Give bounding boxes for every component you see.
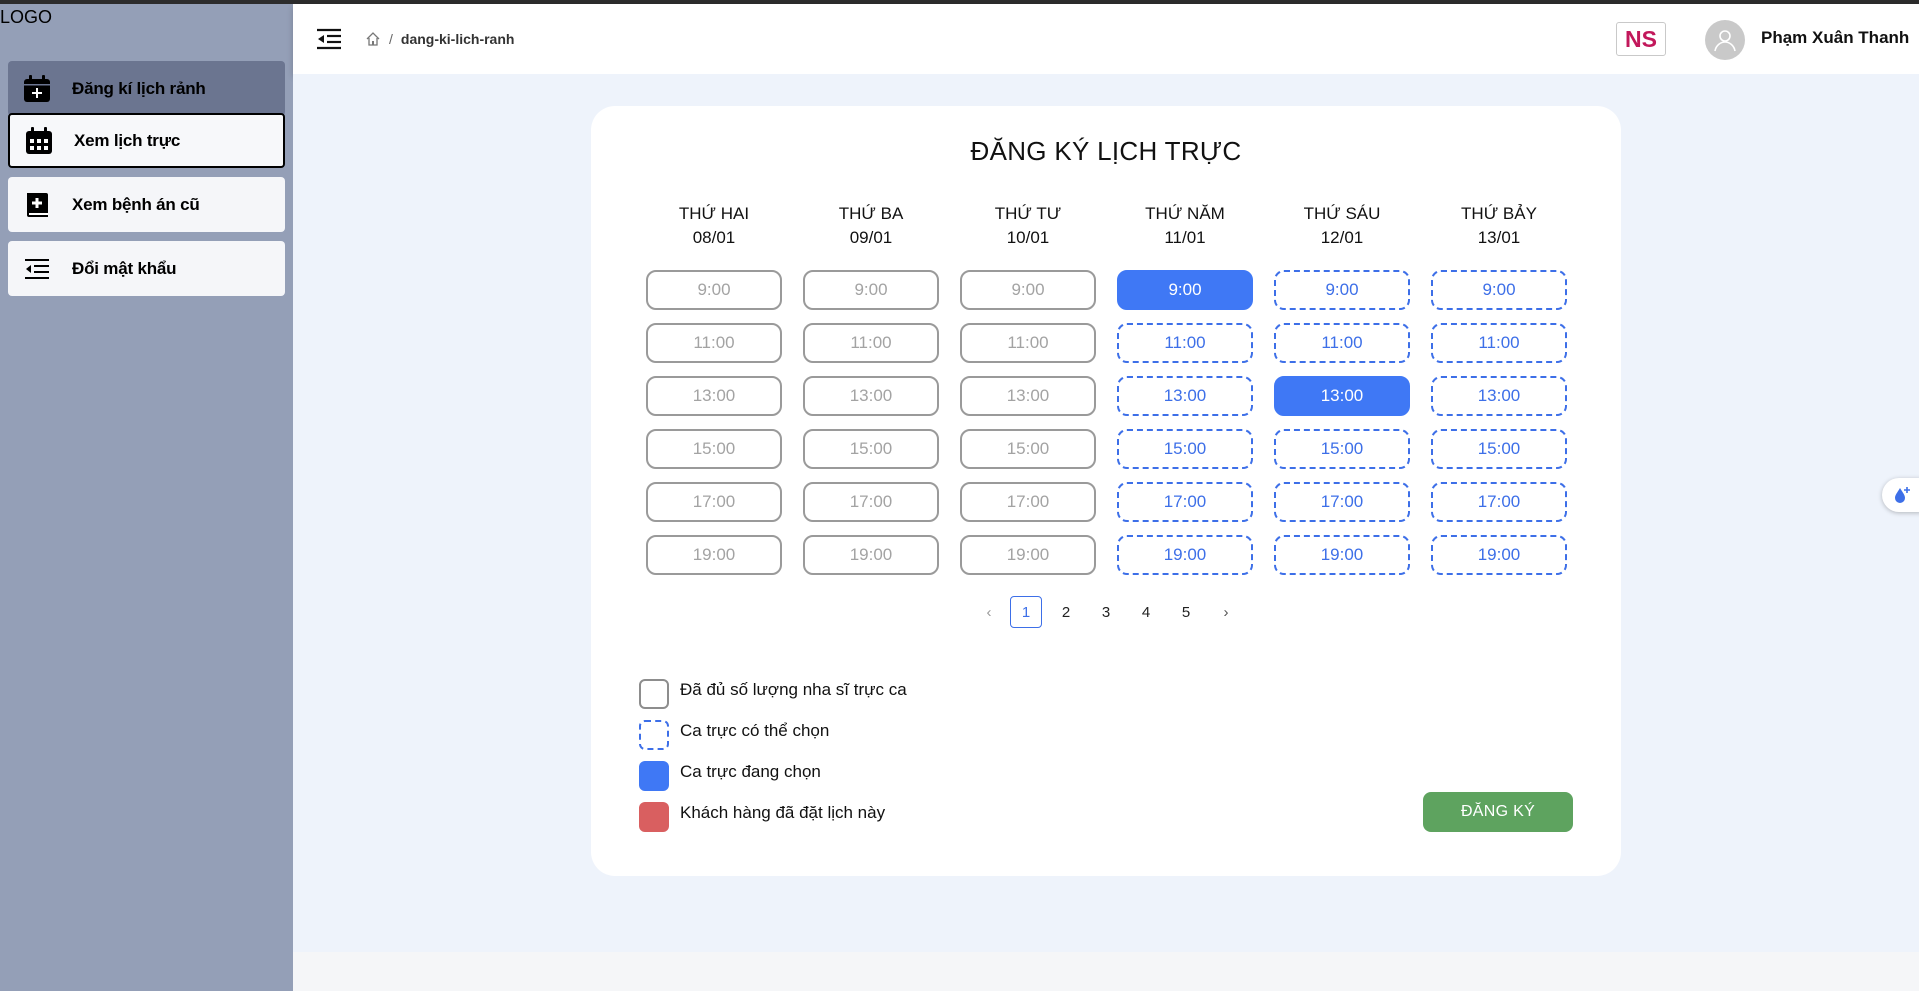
sidebar-item-register-free-schedule[interactable]: Đăng kí lịch rảnh (8, 61, 285, 116)
legend-label: Ca trực đang chọn (680, 762, 821, 781)
logo: LOGO (0, 7, 53, 27)
legend-swatch-full (639, 679, 669, 709)
time-slot-selected[interactable]: 9:00 (1117, 270, 1253, 310)
time-slot-full: 13:00 (803, 376, 939, 416)
time-slot-full: 17:00 (960, 482, 1096, 522)
day-date: 12/01 (1320, 228, 1364, 247)
footer-band (293, 952, 1919, 991)
pagination-page-3[interactable]: 3 (1090, 596, 1122, 628)
day-date: 10/01 (1006, 228, 1050, 247)
time-slot-full: 19:00 (646, 535, 782, 575)
pagination-page-5[interactable]: 5 (1170, 596, 1202, 628)
time-slot-full: 13:00 (646, 376, 782, 416)
day-name: THỨ NĂM (1145, 204, 1225, 223)
time-slot-available[interactable]: 9:00 (1431, 270, 1567, 310)
menu-toggle-icon[interactable] (315, 27, 343, 51)
ns-badge: NS (1616, 22, 1666, 56)
time-slot-full: 15:00 (646, 429, 782, 469)
floating-assistant-icon[interactable] (1882, 478, 1919, 512)
home-icon[interactable] (365, 31, 381, 47)
time-slot-available[interactable]: 15:00 (1274, 429, 1410, 469)
time-slot-available[interactable]: 13:00 (1117, 376, 1253, 416)
day-name: THỨ BA (838, 204, 904, 223)
breadcrumb-current: dang-ki-lich-ranh (400, 31, 515, 47)
pagination-page-1[interactable]: 1 (1010, 596, 1042, 628)
time-slot-full: 11:00 (803, 323, 939, 363)
sidebar-item-label: Đổi mật khẩu (72, 258, 177, 278)
time-slot-available[interactable]: 19:00 (1274, 535, 1410, 575)
indent-list-icon (22, 254, 52, 284)
calendar-plus-icon (22, 74, 52, 104)
sidebar-item-label: Đăng kí lịch rảnh (72, 78, 206, 98)
day-name: THỨ BẢY (1461, 204, 1537, 223)
sidebar: LOGO Đăng kí lịch rảnh Xem lịch trực Xem… (0, 4, 293, 991)
pagination-page-2[interactable]: 2 (1050, 596, 1082, 628)
time-slot-available[interactable]: 19:00 (1117, 535, 1253, 575)
time-slot-full: 13:00 (960, 376, 1096, 416)
username[interactable]: Phạm Xuân Thanh (1761, 28, 1909, 48)
time-slot-available[interactable]: 11:00 (1117, 323, 1253, 363)
time-slot-full: 9:00 (646, 270, 782, 310)
register-button[interactable]: ĐĂNG KÝ (1423, 792, 1573, 832)
sidebar-item-view-medical-records[interactable]: Xem bệnh án cũ (8, 177, 285, 232)
schedule-card: ĐĂNG KÝ LỊCH TRỰC THỨ HAI 08/01 THỨ BA 09/0… (591, 106, 1621, 876)
legend-label: Khách hàng đã đặt lịch này (680, 803, 886, 822)
day-name: THỨ TƯ (994, 204, 1062, 223)
legend-label: Ca trực có thể chọn (680, 721, 830, 740)
legend-swatch-available (639, 720, 669, 750)
day-date: 13/01 (1477, 228, 1521, 247)
day-date: 09/01 (849, 228, 893, 247)
time-slot-full: 19:00 (960, 535, 1096, 575)
time-slot-available[interactable]: 17:00 (1117, 482, 1253, 522)
time-slot-available[interactable]: 13:00 (1431, 376, 1567, 416)
time-slot-full: 15:00 (960, 429, 1096, 469)
day-header: THỨ BA 09/01 (803, 202, 939, 250)
day-date: 08/01 (692, 228, 736, 247)
time-slot-available[interactable]: 15:00 (1431, 429, 1567, 469)
sidebar-item-change-password[interactable]: Đổi mật khẩu (8, 241, 285, 296)
top-header: / dang-ki-lich-ranh NS Phạm Xuân Thanh (293, 4, 1919, 74)
day-header: THỨ SÁU 12/01 (1274, 202, 1410, 250)
pagination-page-4[interactable]: 4 (1130, 596, 1162, 628)
time-slot-available[interactable]: 17:00 (1431, 482, 1567, 522)
time-slot-full: 9:00 (960, 270, 1096, 310)
time-slot-full: 11:00 (960, 323, 1096, 363)
avatar[interactable] (1705, 20, 1745, 60)
time-slot-full: 19:00 (803, 535, 939, 575)
day-header: THỨ NĂM 11/01 (1117, 202, 1253, 250)
breadcrumb: / dang-ki-lich-ranh (365, 31, 514, 47)
legend-swatch-booked (639, 802, 669, 832)
time-slot-full: 17:00 (646, 482, 782, 522)
time-slot-available[interactable]: 17:00 (1274, 482, 1410, 522)
time-slot-selected[interactable]: 13:00 (1274, 376, 1410, 416)
pagination-prev-button[interactable]: ‹ (973, 596, 1005, 628)
pagination-next-button[interactable]: › (1210, 596, 1242, 628)
time-slot-available[interactable]: 15:00 (1117, 429, 1253, 469)
time-slot-full: 15:00 (803, 429, 939, 469)
day-name: THỨ SÁU (1303, 204, 1381, 223)
time-slot-available[interactable]: 11:00 (1431, 323, 1567, 363)
medical-book-icon (22, 190, 52, 220)
time-slot-available[interactable]: 11:00 (1274, 323, 1410, 363)
time-slot-available[interactable]: 9:00 (1274, 270, 1410, 310)
day-date: 11/01 (1164, 228, 1206, 247)
day-name: THỨ HAI (678, 204, 750, 223)
legend-label: Đã đủ số lượng nha sĩ trực ca (680, 680, 907, 699)
sidebar-item-label: Xem lịch trực (74, 130, 181, 150)
day-header: THỨ TƯ 10/01 (960, 202, 1096, 250)
day-header: THỨ HAI 08/01 (646, 202, 782, 250)
page-title: ĐĂNG KÝ LỊCH TRỰC (970, 136, 1242, 166)
sidebar-item-view-duty-schedule[interactable]: Xem lịch trực (8, 113, 285, 168)
time-slot-full: 9:00 (803, 270, 939, 310)
calendar-grid-icon (24, 126, 54, 156)
day-header: THỨ BẢY 13/01 (1431, 202, 1567, 250)
time-slot-full: 11:00 (646, 323, 782, 363)
time-slot-full: 17:00 (803, 482, 939, 522)
time-slot-available[interactable]: 19:00 (1431, 535, 1567, 575)
legend-swatch-selected (639, 761, 669, 791)
breadcrumb-separator: / (389, 31, 393, 47)
sidebar-item-label: Xem bệnh án cũ (72, 194, 200, 214)
